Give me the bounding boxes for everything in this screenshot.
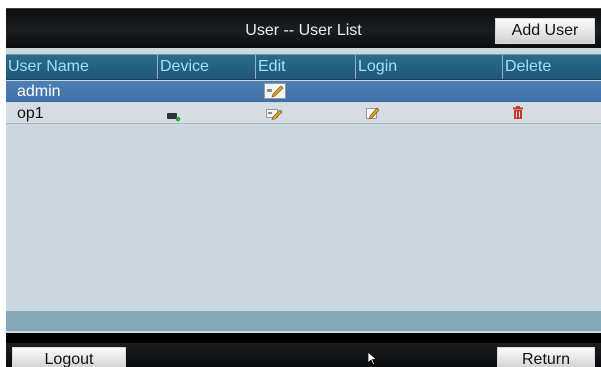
- column-header-user-name[interactable]: User Name: [6, 55, 158, 79]
- table-row[interactable]: op1: [6, 103, 601, 124]
- table-row[interactable]: admin: [6, 81, 601, 102]
- return-button[interactable]: Return: [497, 347, 595, 367]
- pencil-icon[interactable]: [366, 106, 380, 125]
- edit-icon[interactable]: [266, 107, 284, 125]
- column-header-delete[interactable]: Delete: [503, 55, 601, 79]
- column-header-login[interactable]: Login: [356, 55, 503, 79]
- user-table: User Name Device Edit Login Delete admin…: [6, 48, 601, 333]
- add-user-button[interactable]: Add User: [495, 18, 595, 44]
- title-bar: User -- User List Add User: [6, 8, 601, 48]
- column-header-edit[interactable]: Edit: [256, 55, 356, 79]
- bottom-bar: Logout Return: [6, 343, 601, 367]
- logout-button[interactable]: Logout: [12, 347, 126, 367]
- table-footer: [6, 311, 601, 331]
- edit-icon[interactable]: [264, 83, 286, 104]
- mouse-pointer-icon: [367, 351, 378, 367]
- device-icon[interactable]: [167, 109, 181, 127]
- column-header-device[interactable]: Device: [158, 55, 256, 79]
- user-name-cell: op1: [17, 105, 44, 122]
- trash-icon[interactable]: [512, 106, 524, 125]
- table-header: User Name Device Edit Login Delete: [6, 54, 601, 80]
- user-list-window: User -- User List Add User User Name Dev…: [6, 8, 601, 367]
- user-name-cell: admin: [17, 83, 61, 100]
